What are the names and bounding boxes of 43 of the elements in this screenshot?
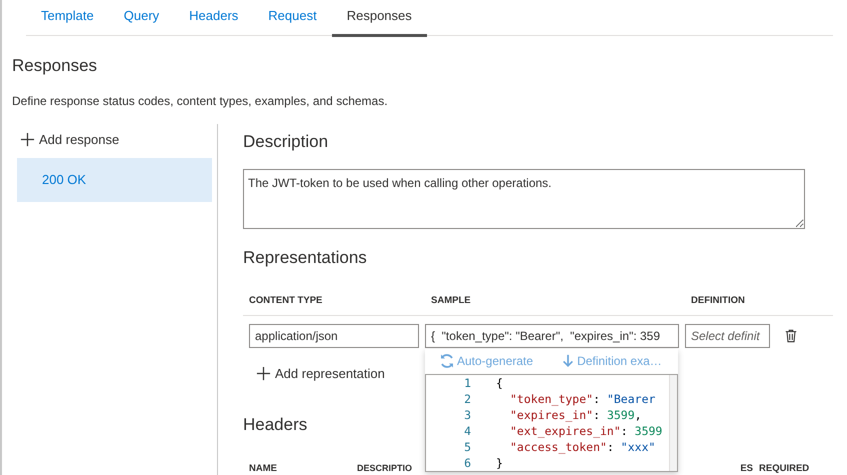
column-header: DESCRIPTIO [357,463,412,474]
line-number: 2 [463,390,471,407]
tab[interactable]: Template [26,0,109,36]
refresh-icon [439,353,455,370]
section-description: Define response status codes, content types, examples, and schemas. [12,92,389,110]
line-number: 5 [463,438,471,455]
response-item[interactable]: 200 OK [17,158,212,202]
column-header: NAME [249,463,277,474]
tab[interactable]: Responses [332,0,427,36]
down-arrow-icon [561,353,576,370]
column-header: CONTENT TYPE [249,294,322,306]
scrollbar[interactable] [669,374,677,471]
section-title: Responses [12,56,98,76]
line-number: 1 [463,374,471,391]
add-response-button[interactable]: Add response [20,126,120,154]
trash-icon [784,328,798,344]
content-type-field[interactable]: application/json [249,324,419,348]
column-header: ES [740,463,753,474]
description-field[interactable]: The JWT-token to be used when calling other operations. [243,169,805,230]
plus-icon [256,366,271,382]
line-number: 3 [463,406,471,423]
column-header: REQUIRED [759,463,810,474]
code-line: "access_token": "xxx" [509,438,656,455]
tab[interactable]: Query [108,0,174,36]
add-representation-button[interactable]: Add representation [256,360,385,388]
line-number: 4 [463,422,471,439]
code-line: { [496,374,504,391]
representations-title: Representations [243,248,368,269]
headers-title: Headers [243,414,308,436]
delete-button[interactable] [784,328,798,344]
code-line: "ext_expires_in": 3599 [509,422,664,439]
column-header: SAMPLE [431,294,471,306]
code-line: "expires_in": 3599, [509,406,643,423]
column-header: DEFINITION [691,294,745,306]
line-number: 6 [463,454,471,471]
tab[interactable]: Headers [174,0,254,36]
plus-icon [20,132,35,148]
code-line: "token_type": "Bearer [509,390,656,407]
code-line: } [496,454,504,471]
definition-field[interactable]: Select definit [685,324,770,348]
tab[interactable]: Request [253,0,332,36]
description-title: Description [243,132,330,152]
sample-field[interactable]: { "token_type": "Bearer", "expires_in": 359 [425,324,679,348]
